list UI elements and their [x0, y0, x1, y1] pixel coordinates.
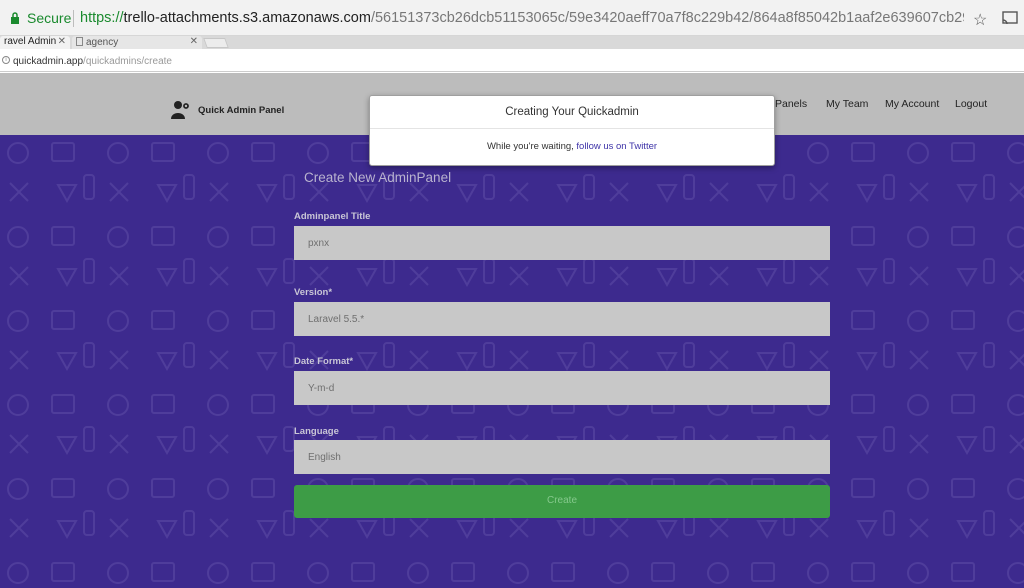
- nav-adminpanels[interactable]: Panels: [775, 98, 807, 110]
- modal-body-text: While you're waiting,: [486, 141, 577, 152]
- nav-logout[interactable]: Logout: [955, 98, 987, 110]
- new-tab-button[interactable]: [203, 38, 229, 48]
- cast-icon[interactable]: [1002, 11, 1018, 25]
- date-format-label: Date Format*: [294, 356, 354, 367]
- inner-path: /quickadmins/create: [83, 56, 172, 67]
- form-title: Create New AdminPanel: [304, 170, 452, 185]
- tab-label: ravel Admin: [4, 36, 57, 47]
- tab-admin[interactable]: ravel Admin ✕: [0, 36, 70, 49]
- creating-modal: Creating Your Quickadmin While you're wa…: [369, 95, 775, 166]
- tab-agency[interactable]: agency ✕: [72, 36, 202, 49]
- inner-host: quickadmin.app: [13, 56, 84, 67]
- language-label: Language: [294, 426, 339, 437]
- tab-strip: ravel Admin ✕ agency ✕: [0, 36, 1024, 49]
- adminpanel-title-label: Adminpanel Title: [294, 211, 371, 222]
- tab-label: agency: [86, 37, 119, 48]
- close-icon[interactable]: ✕: [58, 37, 66, 47]
- content-background: [0, 135, 1024, 588]
- twitter-link[interactable]: follow us on Twitter: [576, 141, 657, 152]
- browser-address-bar: Secure https://trello-attachments.s3.ama…: [0, 0, 1024, 36]
- adminpanel-title-input[interactable]: pxnx: [294, 226, 830, 260]
- close-icon[interactable]: ✕: [190, 37, 198, 47]
- modal-title: Creating Your Quickadmin: [370, 96, 774, 129]
- url-divider: [73, 10, 74, 27]
- url-host: trello-attachments.s3.amazonaws.com: [123, 10, 371, 26]
- nav-my-team[interactable]: My Team: [826, 98, 868, 110]
- bookmark-star-icon[interactable]: ☆: [973, 10, 987, 30]
- url-path: /56151373cb26dcb51153065c/59e3420aeff70a…: [370, 10, 964, 26]
- logo-text[interactable]: Quick Admin Panel: [198, 105, 284, 116]
- inner-address-bar[interactable]: i quickadmin.app/quickadmins/create: [0, 50, 1024, 72]
- pattern-background: [0, 135, 1024, 588]
- file-icon: [76, 37, 83, 46]
- language-select[interactable]: English: [294, 440, 830, 474]
- nav-my-account[interactable]: My Account: [885, 98, 939, 110]
- url-scheme: https://: [80, 10, 124, 26]
- logo-icon[interactable]: [170, 98, 192, 120]
- version-label: Version*: [294, 287, 333, 298]
- secure-label: Secure: [27, 10, 72, 26]
- url-field[interactable]: https://trello-attachments.s3.amazonaws.…: [80, 10, 964, 26]
- info-icon: i: [2, 56, 10, 64]
- version-select[interactable]: Laravel 5.5.*: [294, 302, 830, 336]
- lock-icon: [11, 12, 19, 24]
- date-format-input[interactable]: Y-m-d: [294, 371, 830, 405]
- inner-url: quickadmin.app/quickadmins/create: [13, 56, 172, 67]
- modal-body: While you're waiting, follow us on Twitt…: [370, 141, 774, 152]
- create-button[interactable]: Create: [294, 485, 830, 518]
